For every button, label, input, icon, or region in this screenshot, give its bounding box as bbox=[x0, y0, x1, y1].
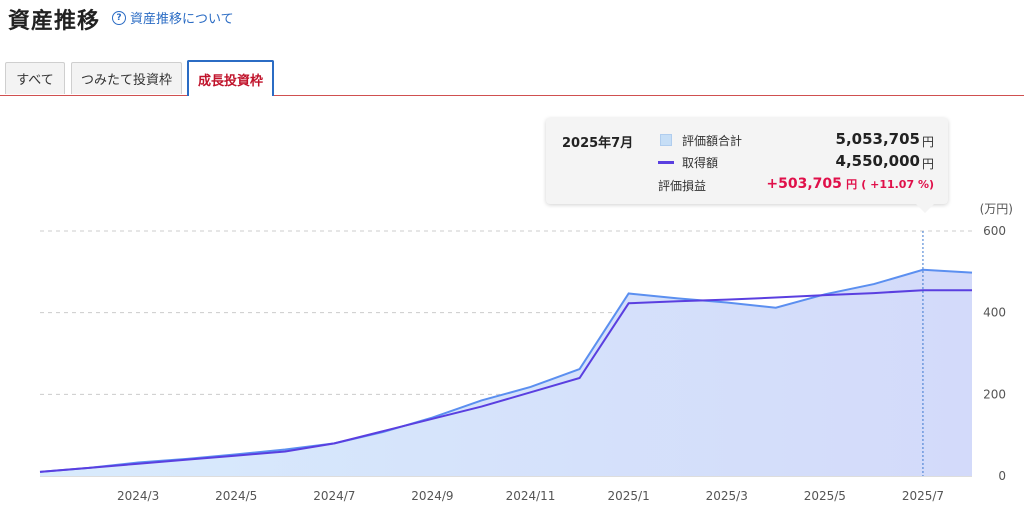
chart-tooltip: 2025年7月 評価額合計 5,053,705 円 取得額 4,550,000 … bbox=[546, 118, 948, 213]
x-tick-label: 2025/7 bbox=[902, 489, 944, 503]
y-tick-label: 200 bbox=[983, 387, 1006, 401]
x-tick-label: 2025/1 bbox=[608, 489, 650, 503]
tooltip-row-pl: 評価損益 +503,705 円 ( +11.07 %) bbox=[658, 175, 934, 195]
y-tick-label: 600 bbox=[983, 224, 1006, 238]
tooltip-pl-unit: 円 bbox=[846, 178, 858, 191]
tooltip-row-cost: 取得額 4,550,000 円 bbox=[658, 152, 934, 172]
y-axis-ticks: 0 200 400 600 bbox=[983, 224, 1006, 483]
x-tick-label: 2025/5 bbox=[804, 489, 846, 503]
x-tick-label: 2024/7 bbox=[313, 489, 355, 503]
tooltip-cost-unit: 円 bbox=[921, 157, 934, 171]
valuation-swatch-icon bbox=[660, 134, 672, 146]
tooltip-row-valuation: 評価額合計 5,053,705 円 bbox=[658, 130, 934, 150]
cost-swatch-icon bbox=[658, 161, 674, 164]
x-tick-label: 2024/3 bbox=[117, 489, 159, 503]
tooltip-cost-value: 4,550,000 bbox=[835, 152, 920, 170]
x-tick-label: 2025/3 bbox=[706, 489, 748, 503]
x-tick-label: 2024/9 bbox=[411, 489, 453, 503]
tooltip-period: 2025年7月 bbox=[562, 136, 634, 151]
asset-chart[interactable]: 0200400600 2024/3 2024/5 2024/7 2024/9 2024/… bbox=[0, 0, 1024, 517]
tooltip-valuation-unit: 円 bbox=[921, 135, 934, 149]
tooltip-valuation-value: 5,053,705 bbox=[835, 130, 920, 148]
y-tick-label: 400 bbox=[983, 306, 1006, 320]
tooltip-pl-value: +503,705 円 ( +11.07 %) bbox=[766, 176, 934, 192]
y-axis-unit-label: (万円) bbox=[980, 202, 1013, 216]
x-tick-label: 2024/11 bbox=[506, 489, 556, 503]
valuation-area bbox=[40, 269, 972, 476]
tooltip-pl-percent: ( +11.07 %) bbox=[861, 178, 934, 191]
tooltip-pl-amount: +503,705 bbox=[766, 176, 842, 192]
tooltip-cost-label: 取得額 bbox=[682, 156, 719, 170]
tooltip-valuation-label: 評価額合計 bbox=[682, 134, 743, 148]
x-tick-label: 2024/5 bbox=[215, 489, 257, 503]
tooltip-pl-label: 評価損益 bbox=[658, 179, 707, 193]
y-tick-label: 0 bbox=[998, 469, 1006, 483]
x-axis-ticks: 2024/3 2024/5 2024/7 2024/9 2024/11 2025/1 202… bbox=[117, 489, 944, 503]
